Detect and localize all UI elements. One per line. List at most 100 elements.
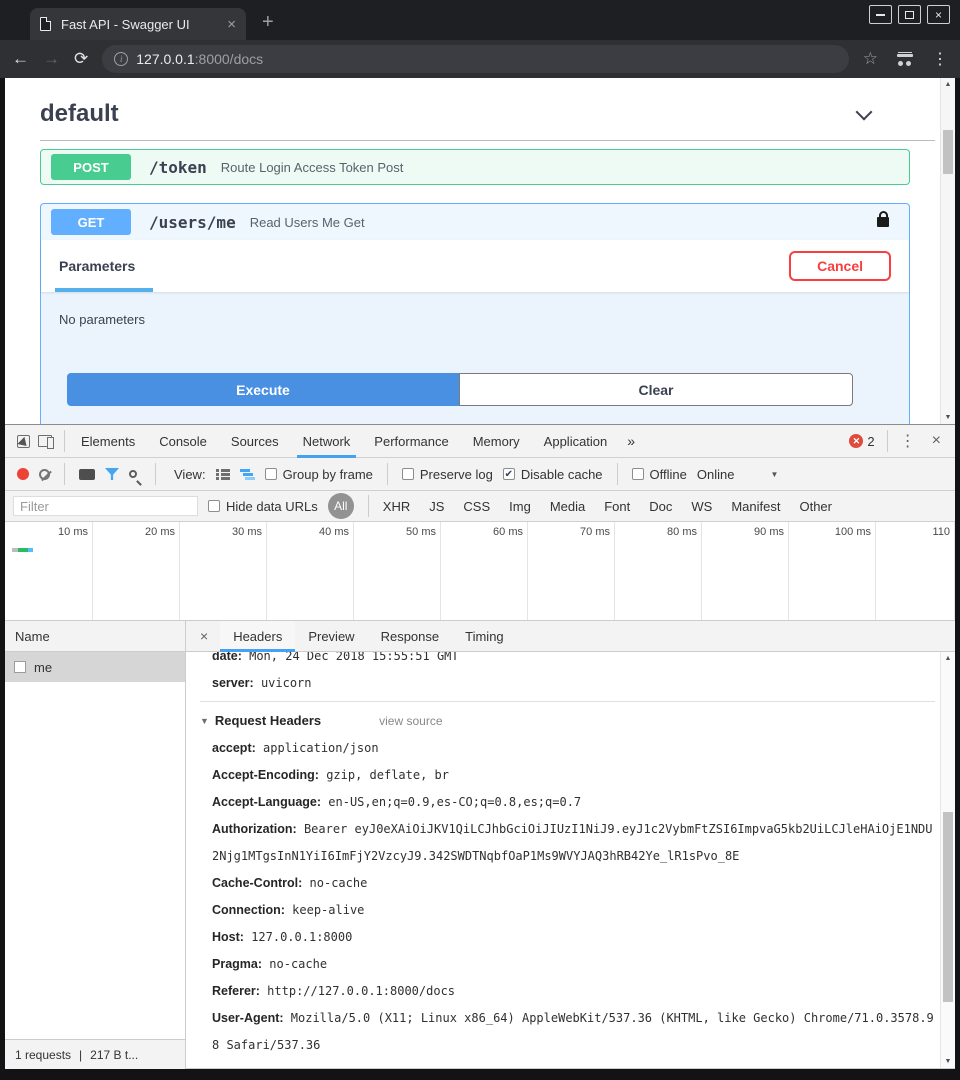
device-toolbar-icon[interactable] <box>38 435 52 447</box>
view-label: View: <box>174 467 206 482</box>
header-row-accept-language: Accept-Language: en-US,en;q=0.9,es-CO;q=… <box>200 789 935 816</box>
filter-type-xhr[interactable]: XHR <box>383 499 410 514</box>
filter-type-img[interactable]: Img <box>509 499 531 514</box>
incognito-icon <box>896 53 914 66</box>
requests-count: 1 requests <box>15 1048 71 1062</box>
close-window-button[interactable]: × <box>927 5 950 24</box>
more-tabs-icon[interactable]: » <box>619 433 643 449</box>
tab-network[interactable]: Network <box>291 425 363 458</box>
minimize-button[interactable] <box>869 5 892 24</box>
lock-icon[interactable] <box>877 217 889 227</box>
chevron-down-icon[interactable] <box>856 104 873 121</box>
tab-headers[interactable]: Headers <box>220 621 295 652</box>
preserve-log-checkbox[interactable] <box>402 468 414 480</box>
clear-button[interactable]: Clear <box>459 373 853 406</box>
header-row-host: Host: 127.0.0.1:8000 <box>200 924 935 951</box>
filter-type-media[interactable]: Media <box>550 499 585 514</box>
header-row-server: server: uvicorn <box>200 670 935 697</box>
details-close-icon[interactable]: × <box>186 628 220 644</box>
filter-type-css[interactable]: CSS <box>463 499 490 514</box>
tab-console[interactable]: Console <box>147 425 219 458</box>
scroll-down-icon[interactable]: ▼ <box>941 414 955 421</box>
tab-elements[interactable]: Elements <box>69 425 147 458</box>
record-button[interactable] <box>17 468 29 480</box>
page-scrollbar[interactable]: ▲ ▼ <box>940 78 955 424</box>
forward-button[interactable]: → <box>43 49 60 69</box>
endpoint-get-users-me[interactable]: GET /users/me Read Users Me Get <box>41 204 909 240</box>
disable-cache-option[interactable]: ✔ Disable cache <box>503 467 603 482</box>
clear-requests-icon[interactable] <box>39 469 50 480</box>
request-row-me[interactable]: me <box>5 652 185 682</box>
tab-timing[interactable]: Timing <box>452 621 517 652</box>
section-divider <box>200 701 935 702</box>
filter-type-js[interactable]: JS <box>429 499 444 514</box>
preserve-log-option[interactable]: Preserve log <box>402 467 493 482</box>
scroll-up-icon[interactable]: ▲ <box>941 81 955 88</box>
network-toolbar: View: Group by frame Preserve log ✔ Disa… <box>5 458 955 491</box>
browser-menu-icon[interactable]: ⋮ <box>932 49 948 69</box>
new-tab-button[interactable]: + <box>262 12 274 32</box>
request-headers-section[interactable]: ▼ Request Headers view source <box>200 706 935 735</box>
devtools-panel: Elements Console Sources Network Perform… <box>5 424 955 1069</box>
tab-application[interactable]: Application <box>532 425 620 458</box>
filter-type-all[interactable]: All <box>328 493 354 519</box>
tab-sources[interactable]: Sources <box>219 425 291 458</box>
view-source-link[interactable]: view source <box>379 714 442 728</box>
back-button[interactable]: ← <box>12 49 29 69</box>
scroll-up-icon[interactable]: ▲ <box>941 655 955 662</box>
filter-type-doc[interactable]: Doc <box>649 499 672 514</box>
hide-data-urls-option[interactable]: Hide data URLs <box>208 499 318 514</box>
disable-cache-checkbox[interactable]: ✔ <box>503 468 515 480</box>
headers-scrollbar[interactable]: ▲ ▼ <box>940 652 955 1068</box>
filter-icon[interactable] <box>105 468 119 480</box>
filter-type-other[interactable]: Other <box>799 499 832 514</box>
timeline-tick: 100 ms <box>789 522 876 620</box>
reload-button[interactable]: ⟳ <box>74 49 88 69</box>
disclosure-triangle-icon[interactable]: ▼ <box>200 716 209 726</box>
offline-checkbox[interactable] <box>632 468 644 480</box>
bookmark-star-icon[interactable]: ☆ <box>863 49 878 69</box>
filter-type-font[interactable]: Font <box>604 499 630 514</box>
execute-button[interactable]: Execute <box>67 373 459 406</box>
tab-parameters[interactable]: Parameters <box>59 240 135 292</box>
filter-input[interactable] <box>13 496 198 516</box>
search-icon[interactable] <box>129 470 137 478</box>
header-row-cache-control: Cache-Control: no-cache <box>200 870 935 897</box>
header-row-user-agent: User-Agent: Mozilla/5.0 (X11; Linux x86_… <box>200 1005 935 1059</box>
tab-close-icon[interactable]: × <box>227 16 236 33</box>
tab-memory[interactable]: Memory <box>461 425 532 458</box>
site-info-icon[interactable]: i <box>114 52 128 66</box>
header-row-authorization: Authorization: Bearer eyJ0eXAiOiJKV1QiLC… <box>200 816 935 870</box>
group-by-frame-option[interactable]: Group by frame <box>265 467 373 482</box>
hide-data-urls-checkbox[interactable] <box>208 500 220 512</box>
scroll-down-icon[interactable]: ▼ <box>941 1058 955 1065</box>
page-icon <box>40 17 51 31</box>
network-overview-timeline[interactable]: 10 ms 20 ms 30 ms 40 ms 50 ms 60 ms 70 m… <box>5 522 955 621</box>
cancel-button[interactable]: Cancel <box>789 251 891 281</box>
header-row-referer: Referer: http://127.0.0.1:8000/docs <box>200 978 935 1005</box>
filter-type-ws[interactable]: WS <box>691 499 712 514</box>
tab-response[interactable]: Response <box>368 621 453 652</box>
scrollbar-thumb[interactable] <box>943 812 953 1002</box>
tab-performance[interactable]: Performance <box>362 425 460 458</box>
list-view-icon[interactable] <box>216 468 230 480</box>
timeline-tick: 10 ms <box>5 522 93 620</box>
maximize-button[interactable] <box>898 5 921 24</box>
inspect-element-icon[interactable] <box>17 435 30 448</box>
devtools-menu-icon[interactable]: ⋮ <box>892 431 924 451</box>
filter-type-manifest[interactable]: Manifest <box>731 499 780 514</box>
name-column-header[interactable]: Name <box>5 621 185 652</box>
error-badge[interactable]: ✕ 2 <box>849 434 874 449</box>
endpoint-post-token[interactable]: POST /token Route Login Access Token Pos… <box>40 149 910 185</box>
waterfall-view-icon[interactable] <box>240 468 255 480</box>
screenshot-icon[interactable] <box>79 469 95 480</box>
offline-option[interactable]: Offline <box>632 467 687 482</box>
browser-tab[interactable]: Fast API - Swagger UI × <box>30 8 246 40</box>
devtools-close-icon[interactable]: × <box>924 432 949 450</box>
tab-preview[interactable]: Preview <box>295 621 367 652</box>
group-by-frame-checkbox[interactable] <box>265 468 277 480</box>
scrollbar-thumb[interactable] <box>943 130 953 174</box>
throttling-select[interactable]: Online ▼ <box>697 467 779 482</box>
select-caret-icon: ▼ <box>770 470 778 479</box>
url-field[interactable]: i 127.0.0.1:8000/docs <box>102 45 849 73</box>
